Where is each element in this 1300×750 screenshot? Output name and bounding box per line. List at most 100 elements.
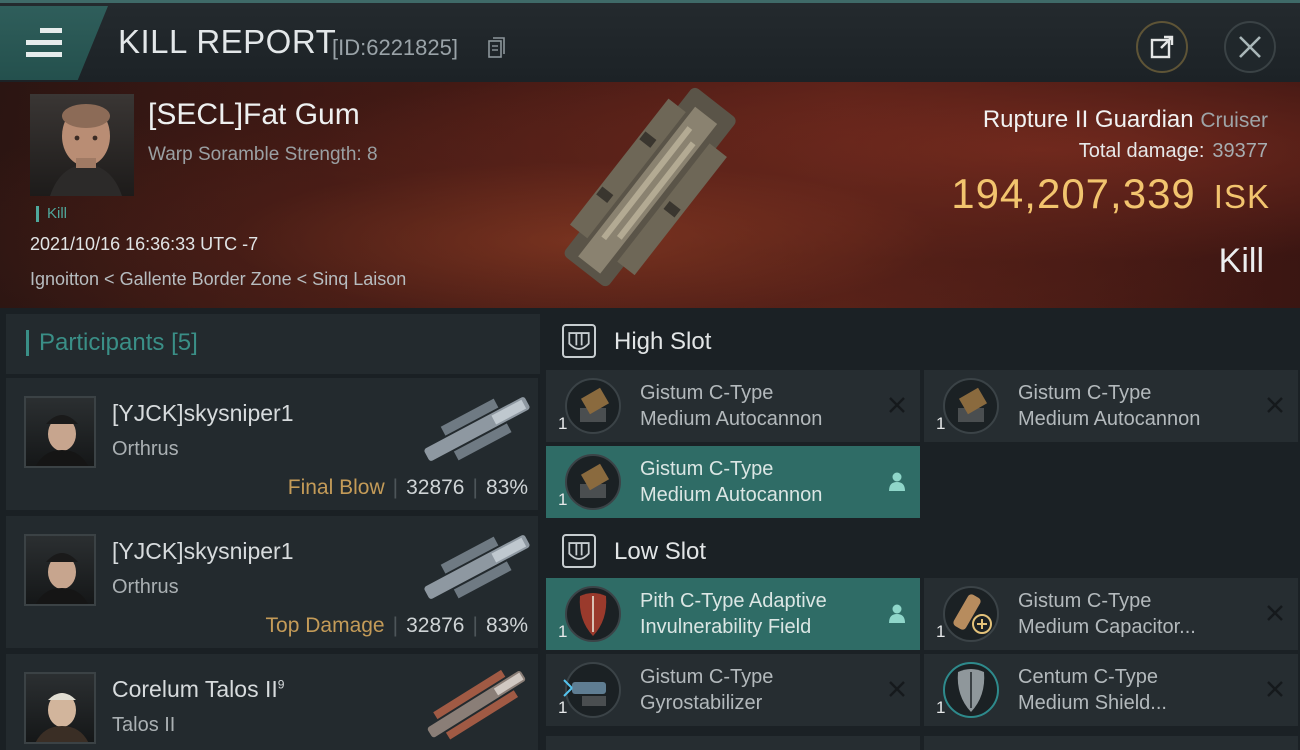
module-name: Gistum C-Type Medium Autocannon <box>640 458 823 506</box>
share-external-icon <box>1150 35 1174 59</box>
capacitor-battery-icon <box>943 586 999 642</box>
module-name: Pith C-Type Adaptive Invulnerability Fiel… <box>640 590 827 638</box>
module-quantity: 1 <box>558 622 568 641</box>
participant-avatar <box>24 396 96 468</box>
high-slot-title: High Slot <box>614 328 712 355</box>
warp-scramble-strength: Warp Soramble Strength: 8 <box>148 144 378 165</box>
destroyed-x-icon <box>1267 605 1283 621</box>
top-damage-tag: Top Damage <box>265 614 385 637</box>
destroyed-x-icon <box>889 397 905 413</box>
participant-name: Corelum Talos II9 <box>112 676 285 702</box>
low-slot-title: Low Slot <box>614 538 707 565</box>
isk-value: 194,207,339 ISK <box>951 170 1270 217</box>
share-button[interactable] <box>1136 21 1188 73</box>
report-id: [ID:6221825] <box>332 35 458 60</box>
pilot-portrait-icon <box>35 553 89 604</box>
participants-panel: Participants [5] [YJCK]skysniper1 Orthru… <box>0 308 540 750</box>
victim-ship-image <box>564 87 736 287</box>
module-name: Centum C-Type Medium Shield... <box>1018 666 1167 714</box>
participant-sup: 9 <box>277 677 285 692</box>
participants-title: Participants [5] <box>26 330 198 356</box>
participant-ship-image <box>427 669 526 740</box>
close-button[interactable] <box>1224 21 1276 73</box>
destroyed-x-icon <box>1267 681 1283 697</box>
participant-ship: Orthrus <box>112 576 179 598</box>
victim-avatar[interactable] <box>30 94 134 196</box>
module-item[interactable]: 1 Gistum C-Type Medium Autocannon <box>546 446 920 518</box>
module-item-partial[interactable] <box>924 736 1298 750</box>
close-icon <box>1239 36 1261 58</box>
page-title: KILL REPORT <box>118 23 337 60</box>
module-name: Gistum C-Type Medium Autocannon <box>640 382 823 430</box>
participant-ship: Orthrus <box>112 438 179 460</box>
pilot-portrait-icon <box>35 693 89 742</box>
module-name: Gistum C-Type Medium Capacitor... <box>1018 590 1196 638</box>
kill-result: Kill <box>1218 242 1264 280</box>
participant-row[interactable]: [YJCK]skysniper1 Orthrus Top Damage | 3287… <box>6 516 538 648</box>
total-damage: Total damage: 39377 <box>1078 140 1268 162</box>
shield-hardener-icon <box>565 586 621 642</box>
victim-portrait-icon <box>50 104 122 196</box>
participant-percent: 83% <box>485 614 528 637</box>
participant-percent: 83% <box>485 476 528 499</box>
high-slot-icon <box>562 324 596 358</box>
autocannon-icon <box>565 378 621 434</box>
module-item[interactable]: 1 Centum C-Type Medium Shield... <box>924 654 1298 726</box>
module-item[interactable]: 1 Gistum C-Type Gyrostabilizer <box>546 654 920 726</box>
module-name: Gistum C-Type Gyrostabilizer <box>640 666 774 714</box>
dropped-person-icon <box>889 604 905 623</box>
participant-ship-image <box>424 397 530 461</box>
low-slot-icon <box>562 534 596 568</box>
participants-header[interactable]: Participants [5] <box>6 314 540 374</box>
participant-name: [YJCK]skysniper1 <box>112 538 294 564</box>
module-quantity: 1 <box>558 414 568 433</box>
shield-extender-icon <box>943 662 999 718</box>
module-item[interactable]: 1 Gistum C-Type Medium Autocannon <box>924 370 1298 442</box>
autocannon-icon <box>565 454 621 510</box>
module-quantity: 1 <box>936 622 946 641</box>
kill-datetime: 2021/10/16 16:36:33 UTC -7 <box>30 234 259 254</box>
final-blow-tag: Final Blow <box>287 476 385 499</box>
module-item[interactable]: 1 Pith C-Type Adaptive Invulnerability Fi… <box>546 578 920 650</box>
participant-ship: Talos II <box>112 714 176 736</box>
participants-count: [5] <box>171 329 198 356</box>
kill-location: Ignoitton < Gallente Border Zone < Sinq … <box>30 269 407 289</box>
copy-icon[interactable] <box>488 37 506 59</box>
module-item[interactable]: 1 Gistum C-Type Medium Autocannon <box>546 370 920 442</box>
module-quantity: 1 <box>558 698 568 717</box>
participant-stats: Top Damage | 32876 | 83% <box>265 614 528 637</box>
total-damage-value: 39377 <box>1212 140 1268 162</box>
hamburger-menu-icon <box>26 28 62 58</box>
pilot-portrait-icon <box>35 415 89 466</box>
kill-tag: Kill <box>36 206 67 222</box>
participant-ship-image <box>424 535 530 599</box>
participant-damage: 32876 <box>406 614 465 637</box>
participant-row[interactable]: [YJCK]skysniper1 Orthrus Final Blow | 3287… <box>6 378 538 510</box>
module-quantity: 1 <box>558 490 568 509</box>
participant-name: [YJCK]skysniper1 <box>112 400 294 426</box>
high-slot-header: High Slot <box>546 310 1300 370</box>
autocannon-icon <box>943 378 999 434</box>
destroyed-x-icon <box>889 681 905 697</box>
participant-avatar <box>24 534 96 606</box>
low-slot-header: Low Slot <box>546 520 1300 580</box>
module-item-partial[interactable] <box>546 736 920 750</box>
menu-button[interactable] <box>0 6 108 80</box>
gyrostabilizer-icon <box>563 662 621 718</box>
participant-damage: 32876 <box>406 476 465 499</box>
victim-name[interactable]: [SECL]Fat Gum <box>148 98 360 132</box>
victim-summary: [SECL]Fat Gum Warp Soramble Strength: 8 … <box>0 82 1300 308</box>
ship-class: Cruiser <box>1200 109 1268 132</box>
top-bar: KILL REPORT [ID:6221825] <box>0 0 1300 82</box>
module-quantity: 1 <box>936 414 946 433</box>
module-quantity: 1 <box>936 698 946 717</box>
participant-row[interactable]: Corelum Talos II9 Talos II <box>6 654 538 750</box>
module-item[interactable]: 1 Gistum C-Type Medium Capacitor... <box>924 578 1298 650</box>
fitting-panel: High Slot 1 Gistum C-Type Medium Autocann… <box>540 308 1300 750</box>
participant-avatar <box>24 672 96 744</box>
destroyed-x-icon <box>1267 397 1283 413</box>
victim-ship-name[interactable]: Rupture II Guardian Cruiser <box>983 106 1268 134</box>
dropped-person-icon <box>889 472 905 491</box>
participant-stats: Final Blow | 32876 | 83% <box>287 476 528 499</box>
isk-unit: ISK <box>1213 178 1270 215</box>
